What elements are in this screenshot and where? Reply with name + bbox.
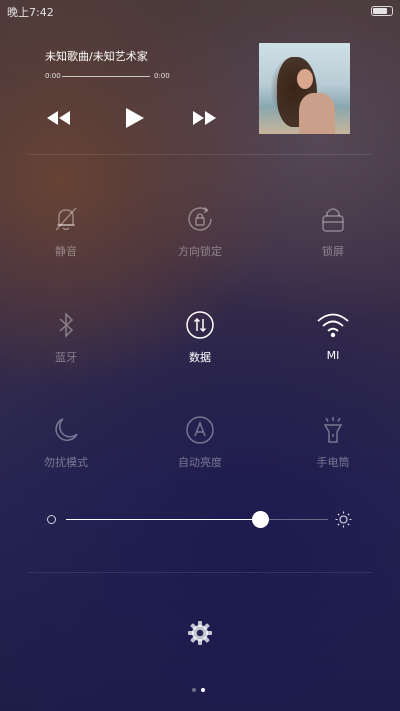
time-total: 0:00 — [154, 72, 170, 80]
album-art[interactable] — [259, 43, 350, 134]
divider — [28, 572, 372, 573]
toggle-bluetooth-label: 蓝牙 — [55, 351, 77, 364]
lock-icon — [322, 208, 344, 232]
bell-off-icon — [55, 207, 77, 231]
brightness-fill — [66, 519, 260, 520]
toggle-mute[interactable]: 静音 — [11, 204, 121, 276]
battery-icon — [371, 6, 393, 16]
status-time: 晚上7:42 — [7, 6, 54, 19]
toggle-do-not-disturb-label: 勿扰模式 — [44, 456, 88, 469]
toggle-flashlight-label: 手电筒 — [316, 456, 350, 469]
play-icon — [126, 108, 144, 128]
toggle-auto-brightness-label: 自动亮度 — [178, 456, 222, 469]
rotation-lock-icon — [188, 207, 212, 231]
brightness-high-icon — [335, 511, 352, 528]
flashlight-icon — [323, 417, 343, 443]
next-icon — [193, 111, 216, 125]
toggle-lock-screen[interactable]: 锁屏 — [278, 204, 388, 276]
moon-icon — [55, 418, 78, 441]
mobile-data-icon — [186, 311, 214, 339]
previous-icon — [47, 111, 70, 125]
gear-icon — [188, 621, 212, 645]
toggle-mobile-data[interactable]: 数据 — [145, 310, 255, 382]
toggle-mute-label: 静音 — [55, 245, 77, 258]
previous-button[interactable] — [46, 110, 72, 130]
settings-button[interactable] — [186, 619, 214, 651]
toggle-wifi-label: MI — [326, 349, 340, 362]
toggle-auto-brightness[interactable]: 自动亮度 — [145, 415, 255, 487]
toggle-rotation-lock[interactable]: 方向锁定 — [145, 204, 255, 276]
brightness-low-icon — [47, 515, 56, 524]
next-button[interactable] — [192, 110, 218, 130]
music-progress-bar[interactable] — [62, 76, 150, 77]
bluetooth-icon — [59, 312, 74, 338]
play-button[interactable] — [125, 107, 145, 133]
page-dot-active[interactable] — [201, 688, 205, 692]
toggle-bluetooth[interactable]: 蓝牙 — [11, 310, 121, 382]
divider — [28, 154, 372, 155]
toggle-do-not-disturb[interactable]: 勿扰模式 — [11, 415, 121, 487]
brightness-thumb[interactable] — [251, 511, 269, 528]
toggle-wifi[interactable]: MI — [278, 310, 388, 382]
page-dot[interactable] — [192, 688, 196, 692]
time-elapsed: 0:00 — [45, 72, 61, 80]
auto-brightness-icon — [186, 416, 214, 444]
wifi-icon — [317, 313, 349, 338]
status-bar: 晚上7:42 — [0, 0, 400, 22]
toggle-lock-screen-label: 锁屏 — [322, 245, 344, 258]
toggle-mobile-data-label: 数据 — [189, 351, 211, 364]
toggle-rotation-lock-label: 方向锁定 — [178, 245, 222, 258]
song-title: 未知歌曲/未知艺术家 — [45, 50, 148, 63]
page-indicator — [192, 677, 210, 696]
brightness-track[interactable] — [66, 519, 328, 520]
toggle-flashlight[interactable]: 手电筒 — [278, 415, 388, 487]
battery-fill — [373, 8, 388, 14]
